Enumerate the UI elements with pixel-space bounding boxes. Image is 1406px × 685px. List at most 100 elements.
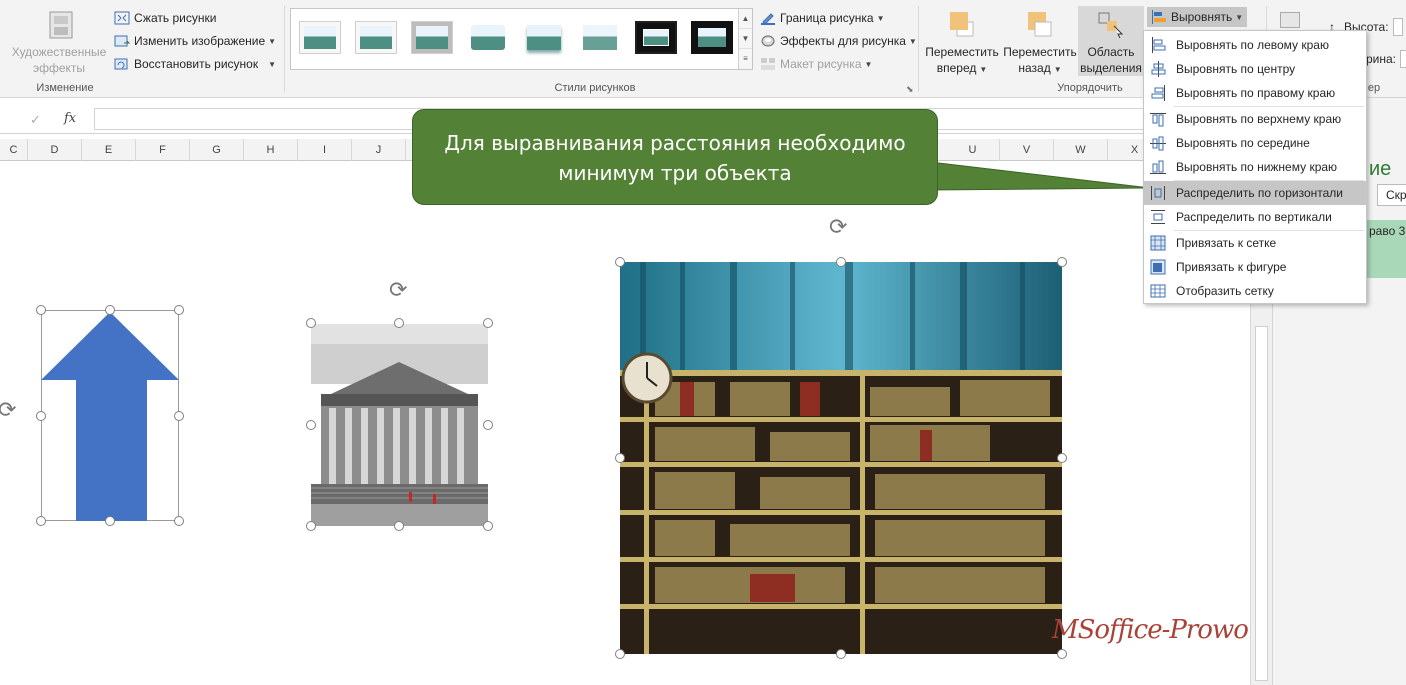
resize-handle[interactable]	[615, 257, 625, 267]
bookshelf-picture[interactable]	[620, 262, 1062, 654]
arrow-shape-selection[interactable]	[41, 310, 179, 521]
resize-handle[interactable]	[836, 649, 846, 659]
style-thumbnail[interactable]	[523, 21, 565, 54]
resize-handle[interactable]	[306, 318, 316, 328]
style-thumbnail[interactable]	[355, 21, 397, 54]
scrollbar-thumb[interactable]	[1255, 326, 1268, 681]
styles-dialog-launcher-icon[interactable]: ⬊	[906, 84, 914, 95]
compress-pictures-button[interactable]: Сжать рисунки	[114, 11, 216, 25]
send-backward-label-2: назад	[1018, 61, 1051, 75]
column-header[interactable]: C	[0, 139, 28, 161]
column-header[interactable]: I	[298, 139, 352, 161]
align-button[interactable]: Выровнять ▼	[1147, 7, 1248, 27]
selection-pane-button[interactable]: Область выделения	[1078, 6, 1144, 76]
confirm-entry-icon[interactable]: ✓	[30, 112, 41, 128]
resize-handle[interactable]	[836, 257, 846, 267]
picture-effects-icon	[760, 34, 776, 48]
menu-item-distribute-vertically[interactable]: Распределить по вертикали	[1144, 205, 1366, 229]
rotate-handle-icon[interactable]: ⟳	[389, 278, 407, 303]
width-input[interactable]	[1400, 50, 1406, 68]
column-header[interactable]: H	[244, 139, 298, 161]
insert-function-icon[interactable]: fx	[64, 111, 76, 126]
resize-handle[interactable]	[394, 521, 404, 531]
artistic-effects-button[interactable]: Художественные эффекты	[10, 10, 110, 76]
gallery-down-icon[interactable]: ▼	[739, 29, 752, 49]
style-thumbnail[interactable]	[411, 21, 453, 54]
resize-handle[interactable]	[174, 305, 184, 315]
column-header[interactable]: U	[946, 139, 1000, 161]
task-pane-button[interactable]: Скр	[1377, 184, 1406, 206]
style-thumbnail[interactable]	[635, 21, 677, 54]
bring-forward-button[interactable]: Переместить вперед ▼	[924, 10, 1000, 78]
compress-label: Сжать рисунки	[134, 11, 217, 25]
menu-item-align-middle[interactable]: Выровнять по середине	[1144, 131, 1366, 155]
resize-handle[interactable]	[1057, 649, 1067, 659]
menu-item-align-right[interactable]: Выровнять по правому краю	[1144, 81, 1366, 105]
menu-item-align-left[interactable]: Выровнять по левому краю	[1144, 33, 1366, 57]
align-icon	[1151, 10, 1167, 24]
up-arrow-shape[interactable]	[41, 310, 179, 521]
picture-styles-gallery[interactable]: ▲ ▼ ≡	[290, 8, 753, 70]
menu-item-align-bottom[interactable]: Выровнять по нижнему краю	[1144, 155, 1366, 179]
menu-item-snap-to-grid[interactable]: Привязать к сетке	[1144, 231, 1366, 255]
resize-handle[interactable]	[36, 305, 46, 315]
menu-item-label: Выровнять по центру	[1176, 62, 1296, 76]
send-backward-button[interactable]: Переместить назад ▼	[1002, 10, 1078, 78]
resize-handle[interactable]	[483, 521, 493, 531]
height-input[interactable]	[1392, 18, 1403, 36]
column-header[interactable]: G	[190, 139, 244, 161]
send-backward-icon	[1025, 10, 1055, 40]
artistic-effects-icon	[45, 10, 75, 40]
change-picture-button[interactable]: Изменить изображение ▼	[114, 34, 276, 48]
column-header[interactable]: E	[82, 139, 136, 161]
column-header[interactable]: W	[1054, 139, 1108, 161]
menu-item-label: Выровнять по правому краю	[1176, 86, 1336, 100]
picture-effects-button[interactable]: Эффекты для рисунка ▼	[760, 34, 917, 48]
picture-border-button[interactable]: Граница рисунка ▼	[760, 11, 885, 25]
menu-item-align-top[interactable]: Выровнять по верхнему краю	[1144, 107, 1366, 131]
menu-item-label: Выровнять по левому краю	[1176, 38, 1329, 52]
menu-item-view-gridlines[interactable]: Отобразить сетку	[1144, 279, 1366, 303]
resize-handle[interactable]	[615, 453, 625, 463]
resize-handle[interactable]	[483, 318, 493, 328]
picture-layout-button[interactable]: Макет рисунка ▼	[760, 57, 872, 71]
menu-item-snap-to-shape[interactable]: Привязать к фигуре	[1144, 255, 1366, 279]
style-thumbnail[interactable]	[467, 21, 509, 54]
resize-handle[interactable]	[306, 420, 316, 430]
resize-handle[interactable]	[394, 318, 404, 328]
building-picture[interactable]	[311, 324, 488, 526]
resize-handle[interactable]	[36, 411, 46, 421]
style-thumbnail[interactable]	[691, 21, 733, 54]
callout-line-1: Для выравнивания расстояния необходимо	[444, 131, 906, 155]
gallery-up-icon[interactable]: ▲	[739, 9, 752, 29]
menu-item-align-center[interactable]: Выровнять по центру	[1144, 57, 1366, 81]
gallery-scroll[interactable]: ▲ ▼ ≡	[738, 9, 752, 69]
resize-handle[interactable]	[36, 516, 46, 526]
resize-handle[interactable]	[483, 420, 493, 430]
column-header[interactable]: F	[136, 139, 190, 161]
resize-handle[interactable]	[105, 305, 115, 315]
column-header[interactable]: J	[352, 139, 406, 161]
menu-item-distribute-horizontally[interactable]: Распределить по горизонтали	[1144, 181, 1366, 205]
rotate-handle-icon[interactable]: ⟳	[0, 398, 16, 423]
style-thumbnail[interactable]	[299, 21, 341, 54]
style-thumbnail[interactable]	[579, 21, 621, 54]
column-header[interactable]: V	[1000, 139, 1054, 161]
crop-icon[interactable]	[1280, 12, 1300, 28]
resize-handle[interactable]	[1057, 453, 1067, 463]
resize-handle[interactable]	[615, 649, 625, 659]
group-separator	[918, 6, 919, 92]
width-field[interactable]: рина:	[1366, 50, 1406, 68]
task-pane-row[interactable]: раво 3	[1365, 220, 1406, 278]
resize-handle[interactable]	[306, 521, 316, 531]
gallery-more-icon[interactable]: ≡	[739, 49, 752, 69]
picture-layout-label: Макет рисунка	[780, 57, 862, 71]
reset-picture-button[interactable]: Восстановить рисунок ▼	[114, 57, 276, 71]
resize-handle[interactable]	[1057, 257, 1067, 267]
width-label: рина:	[1366, 52, 1397, 66]
rotate-handle-icon[interactable]: ⟳	[829, 215, 847, 240]
column-header[interactable]: D	[28, 139, 82, 161]
resize-handle[interactable]	[174, 516, 184, 526]
resize-handle[interactable]	[105, 516, 115, 526]
resize-handle[interactable]	[174, 411, 184, 421]
